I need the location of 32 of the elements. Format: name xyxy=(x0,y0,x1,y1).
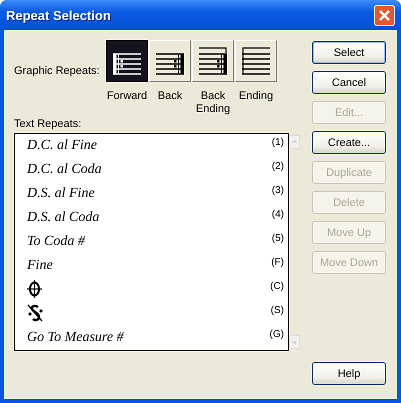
list-item[interactable]: To Coda # xyxy=(27,232,85,252)
coda-icon[interactable] xyxy=(27,280,42,298)
shortcut-label: (F) xyxy=(271,256,284,269)
list-item[interactable]: D.S. al Fine xyxy=(27,184,95,204)
list-item[interactable]: Go To Measure # xyxy=(27,328,124,348)
repeat-button[interactable] xyxy=(106,40,148,82)
shortcut-label: (1) xyxy=(272,136,284,149)
graphic-repeats-label: Graphic Repeats: xyxy=(14,65,101,79)
repeat-label: Back xyxy=(156,90,184,103)
close-button[interactable] xyxy=(374,4,395,26)
text-repeats-label: Text Repeats: xyxy=(14,118,82,130)
list-item[interactable]: D.S. al Coda xyxy=(27,208,100,228)
segno-icon[interactable] xyxy=(27,304,43,322)
dialog-button[interactable]: Create... xyxy=(312,131,386,154)
shortcut-label: (C) xyxy=(270,280,284,293)
shortcut-label: (3) xyxy=(272,184,284,197)
dialog-button[interactable]: Cancel xyxy=(312,71,386,94)
shortcut-label: (2) xyxy=(272,160,284,173)
repeat-label: Forward xyxy=(106,90,148,103)
repeat-label: Ending xyxy=(238,90,274,103)
dialog-button[interactable]: Select xyxy=(312,41,386,64)
list-item[interactable]: D.C. al Fine xyxy=(27,136,97,156)
help-button[interactable]: Help xyxy=(312,362,386,385)
close-icon[interactable] xyxy=(378,8,391,22)
list-item[interactable]: D.C. al Coda xyxy=(27,160,102,180)
shortcut-label: (4) xyxy=(272,208,284,221)
window-title: Repeat Selection xyxy=(6,8,111,22)
repeat-label: Back Ending xyxy=(194,90,232,116)
shortcut-label: (S) xyxy=(270,304,284,317)
shortcut-label: (5) xyxy=(272,232,284,245)
list-item[interactable]: Fine xyxy=(27,256,53,276)
shortcut-label: (G) xyxy=(270,328,284,341)
